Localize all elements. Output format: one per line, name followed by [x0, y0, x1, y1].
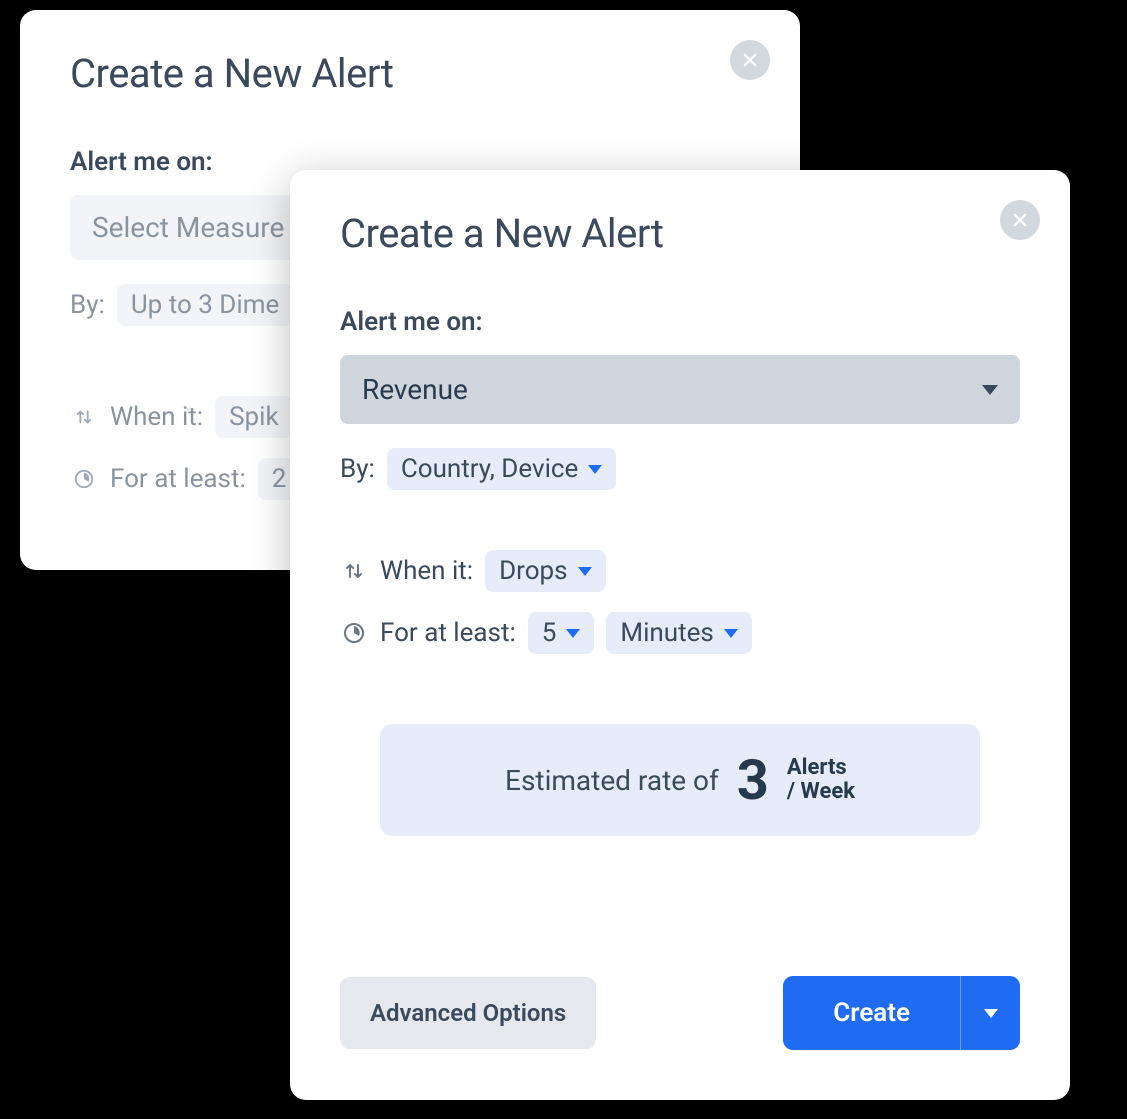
duration-value-select[interactable]: 5: [528, 612, 595, 654]
measure-select[interactable]: Revenue: [340, 355, 1020, 424]
estimate-unit: Alerts / Week: [787, 756, 855, 804]
create-button[interactable]: Create: [783, 976, 1020, 1050]
duration-value: 5: [542, 618, 557, 648]
chevron-down-icon: [982, 385, 998, 395]
modal-title: Create a New Alert: [70, 50, 750, 97]
dimensions-selected: Country, Device: [401, 454, 579, 484]
advanced-options-label: Advanced Options: [370, 999, 566, 1027]
measure-placeholder: Select Measure: [92, 211, 284, 244]
chevron-down-icon: [984, 1009, 998, 1018]
measure-selected: Revenue: [362, 373, 468, 406]
duration-label: For at least:: [380, 618, 516, 648]
when-select[interactable]: Drops: [485, 550, 605, 592]
direction-icon: [340, 557, 368, 585]
clock-icon: [340, 619, 368, 647]
dimensions-select[interactable]: Up to 3 Dime: [117, 284, 293, 326]
dimensions-select[interactable]: Country, Device: [387, 448, 617, 490]
direction-icon: [70, 403, 98, 431]
duration-value: 2: [272, 464, 287, 494]
create-button-dropdown[interactable]: [960, 976, 1020, 1050]
advanced-options-button[interactable]: Advanced Options: [340, 977, 596, 1049]
estimate-line1: Alerts: [787, 756, 855, 780]
when-value: Drops: [499, 556, 567, 586]
when-select[interactable]: Spik: [215, 396, 293, 438]
chevron-down-icon: [566, 629, 580, 638]
duration-unit: Minutes: [620, 618, 713, 648]
by-label: By:: [70, 290, 105, 320]
modal-title: Create a New Alert: [340, 210, 1020, 257]
chevron-down-icon: [588, 465, 602, 474]
alert-on-label: Alert me on:: [340, 307, 1020, 337]
estimate-prefix: Estimated rate of: [505, 764, 719, 797]
create-alert-modal: Create a New Alert Alert me on: Revenue …: [290, 170, 1070, 1100]
when-label: When it:: [110, 402, 203, 432]
chevron-down-icon: [724, 629, 738, 638]
when-label: When it:: [380, 556, 473, 586]
close-icon: [741, 51, 759, 69]
close-icon: [1011, 211, 1029, 229]
close-button[interactable]: [1000, 200, 1040, 240]
estimate-number: 3: [737, 752, 769, 808]
by-label: By:: [340, 454, 375, 484]
estimate-box: Estimated rate of 3 Alerts / Week: [380, 724, 980, 836]
chevron-down-icon: [578, 567, 592, 576]
clock-icon: [70, 465, 98, 493]
duration-unit-select[interactable]: Minutes: [606, 612, 751, 654]
create-button-label: Create: [783, 976, 960, 1050]
when-value: Spik: [229, 402, 279, 432]
estimate-line2: / Week: [787, 780, 855, 804]
duration-label: For at least:: [110, 464, 246, 494]
close-button[interactable]: [730, 40, 770, 80]
dimensions-placeholder: Up to 3 Dime: [131, 290, 279, 320]
